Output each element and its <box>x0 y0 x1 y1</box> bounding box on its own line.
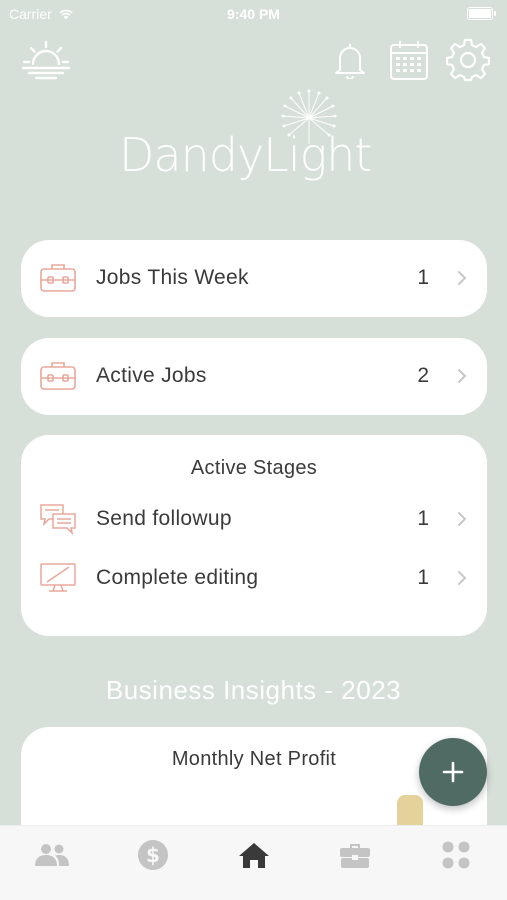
briefcase-icon <box>40 362 76 390</box>
status-bar: Carrier 9:40 PM <box>0 0 507 28</box>
battery-icon <box>467 7 496 20</box>
stage-label: Complete editing <box>96 566 259 589</box>
active-stages-card: Active Stages Send followup 1 Complete e… <box>21 435 487 636</box>
bell-icon[interactable] <box>333 41 367 79</box>
active-jobs-count: 2 <box>417 364 429 387</box>
chevron-right-icon <box>458 512 467 526</box>
home-icon <box>239 843 269 868</box>
chevron-right-icon <box>458 571 467 585</box>
stage-row-complete-editing[interactable]: Complete editing 1 <box>21 548 487 608</box>
jobs-this-week-label: Jobs This Week <box>96 266 249 289</box>
jobs-this-week-count: 1 <box>417 266 429 289</box>
briefcase-icon <box>40 264 76 292</box>
stage-count: 1 <box>417 507 429 530</box>
people-icon <box>35 844 69 866</box>
dollar-icon: $ <box>138 840 168 870</box>
stage-label: Send followup <box>96 507 232 530</box>
app-logo: DandyLight <box>113 86 395 201</box>
tab-home[interactable] <box>234 838 274 872</box>
active-jobs-card[interactable]: Active Jobs 2 <box>21 338 487 415</box>
tab-bar: $ <box>0 825 507 900</box>
jobs-this-week-card[interactable]: Jobs This Week 1 <box>21 240 487 317</box>
chat-bubbles-icon <box>40 504 76 535</box>
add-button[interactable] <box>419 738 487 806</box>
active-jobs-label: Active Jobs <box>96 364 207 387</box>
monitor-icon <box>40 563 76 592</box>
stage-count: 1 <box>417 566 429 589</box>
stage-row-send-followup[interactable]: Send followup 1 <box>21 489 487 549</box>
chevron-right-icon <box>458 369 467 383</box>
sunrise-icon[interactable] <box>21 40 71 80</box>
tab-more[interactable] <box>436 838 476 872</box>
svg-text:$: $ <box>146 843 160 867</box>
tab-clients[interactable] <box>32 838 72 872</box>
active-jobs-row[interactable]: Active Jobs 2 <box>21 346 487 406</box>
business-insights-title: Business Insights - 2023 <box>105 675 402 705</box>
gear-icon[interactable] <box>446 38 490 82</box>
chevron-right-icon <box>458 271 467 285</box>
grid-icon <box>442 841 470 869</box>
tab-jobs[interactable] <box>335 838 375 872</box>
tab-finances[interactable]: $ <box>133 838 173 872</box>
calendar-icon[interactable] <box>389 39 429 81</box>
status-time: 9:40 PM <box>227 6 280 22</box>
logo-text: DandyLight <box>119 128 372 182</box>
active-stages-title: Active Stages <box>190 457 318 479</box>
jobs-this-week-row[interactable]: Jobs This Week 1 <box>21 248 487 308</box>
briefcase-icon <box>340 844 370 868</box>
plus-icon <box>442 761 464 783</box>
monthly-net-profit-title: Monthly Net Profit <box>171 748 337 770</box>
